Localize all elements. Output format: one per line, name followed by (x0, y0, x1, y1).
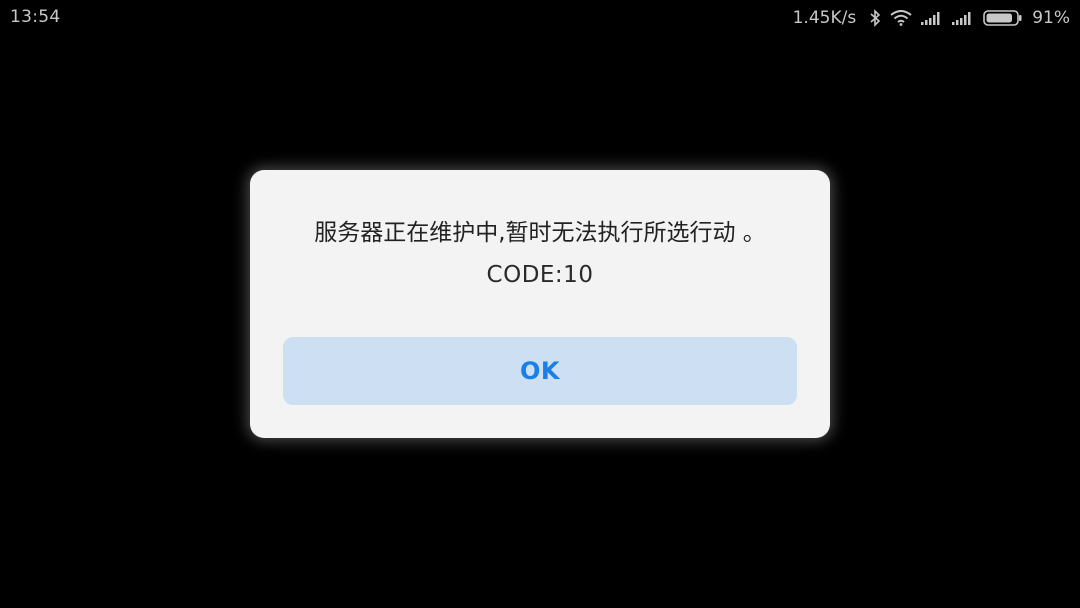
ok-button-label: OK (520, 357, 560, 385)
signal-icon (921, 11, 943, 25)
status-bar: 13:54 1.45K/s 91% (0, 0, 1080, 36)
battery-percent: 91% (1032, 8, 1070, 28)
screen: 13:54 1.45K/s 91% 服务器正在维护中,暂时无法执行所选行动 。 … (0, 0, 1080, 608)
dialog-message: 服务器正在维护中,暂时无法执行所选行动 。 (314, 220, 766, 246)
signal-icon (952, 11, 974, 25)
status-time: 13:54 (10, 7, 61, 27)
error-code: CODE:10 (486, 262, 594, 288)
bluetooth-icon (869, 9, 881, 27)
wifi-icon (890, 10, 912, 26)
battery-icon (983, 10, 1023, 26)
ok-button[interactable]: OK (283, 337, 797, 405)
error-dialog: 服务器正在维护中,暂时无法执行所选行动 。 CODE:10 OK (250, 170, 830, 438)
network-speed: 1.45K/s (792, 8, 857, 28)
status-indicators: 1.45K/s 91% (793, 6, 1070, 30)
